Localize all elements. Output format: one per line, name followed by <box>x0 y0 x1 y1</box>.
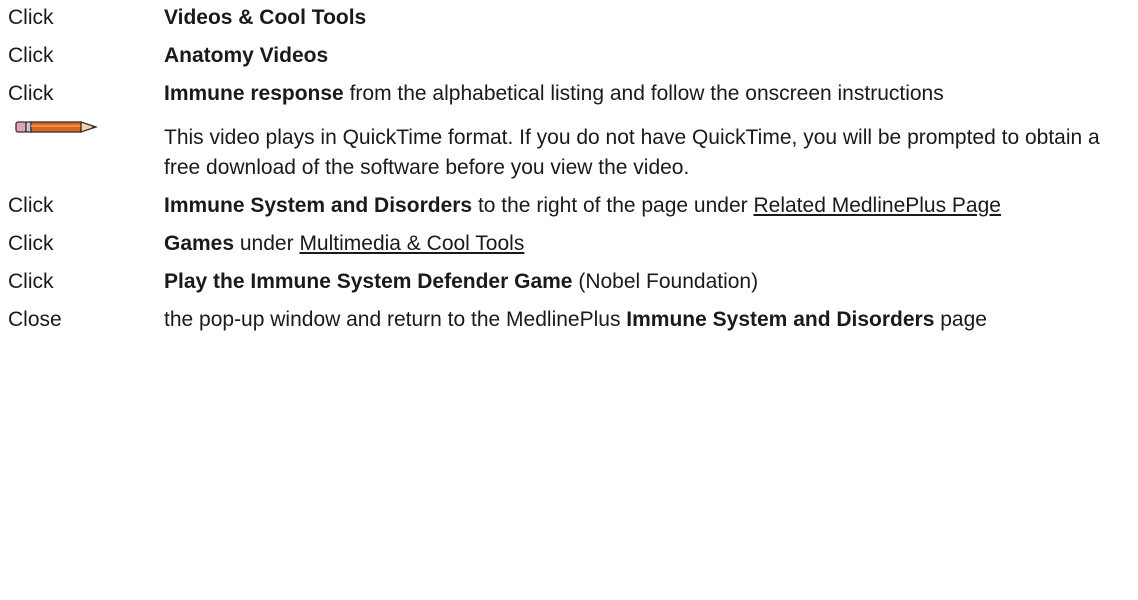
step-text: to the right of the page under <box>472 194 754 217</box>
step-target: Anatomy Videos <box>164 44 329 67</box>
step-immune-system-disorders: Click Immune System and Disorders to the… <box>0 191 1138 221</box>
step-content: Immune response from the alphabetical li… <box>164 79 1104 109</box>
step-target: Games <box>164 232 235 255</box>
step-action: Click <box>8 44 54 67</box>
step-content: Videos & Cool Tools <box>164 3 1104 33</box>
step-text: (Nobel Foundation) <box>572 270 759 293</box>
step-target: Immune System and Disorders <box>164 194 473 217</box>
step-action: Click <box>8 194 54 217</box>
step-action: Click <box>8 6 54 29</box>
step-text: page <box>934 308 987 331</box>
multimedia-cool-tools-link[interactable]: Multimedia & Cool Tools <box>299 232 524 255</box>
quicktime-note: This video plays in QuickTime format. If… <box>0 121 1138 183</box>
pencil-icon <box>14 117 104 137</box>
step-defender-game: Click Play the Immune System Defender Ga… <box>0 267 1138 297</box>
step-target: Videos & Cool Tools <box>164 6 367 29</box>
step-close-popup: Close the pop-up window and return to th… <box>0 305 1138 335</box>
step-anatomy-videos: Click Anatomy Videos <box>0 41 1138 71</box>
step-action: Click <box>8 82 54 105</box>
step-content: Games under Multimedia & Cool Tools <box>164 229 1104 259</box>
step-content: Anatomy Videos <box>164 41 1104 71</box>
note-text: This video plays in QuickTime format. If… <box>164 126 1100 179</box>
step-action: Click <box>8 270 54 293</box>
step-target: Play the Immune System Defender Game <box>164 270 573 293</box>
step-action: Click <box>8 232 54 255</box>
step-content: the pop-up window and return to the Medl… <box>164 305 1104 335</box>
related-medlineplus-link[interactable]: Related MedlinePlus Page <box>753 194 1001 217</box>
step-content: Play the Immune System Defender Game (No… <box>164 267 1104 297</box>
step-action: Close <box>8 308 62 331</box>
step-games: Click Games under Multimedia & Cool Tool… <box>0 229 1138 259</box>
step-text: from the alphabetical listing and follow… <box>343 82 944 105</box>
step-immune-response: Click Immune response from the alphabeti… <box>0 79 1138 109</box>
step-target: Immune response <box>164 82 344 105</box>
step-text: under <box>234 232 300 255</box>
step-content: Immune System and Disorders to the right… <box>164 191 1104 221</box>
instruction-document: Click Videos & Cool Tools Click Anatomy … <box>0 0 1138 335</box>
step-target: Immune System and Disorders <box>626 308 935 331</box>
step-videos-cool-tools: Click Videos & Cool Tools <box>0 3 1138 33</box>
step-text: the pop-up window and return to the Medl… <box>164 308 627 331</box>
